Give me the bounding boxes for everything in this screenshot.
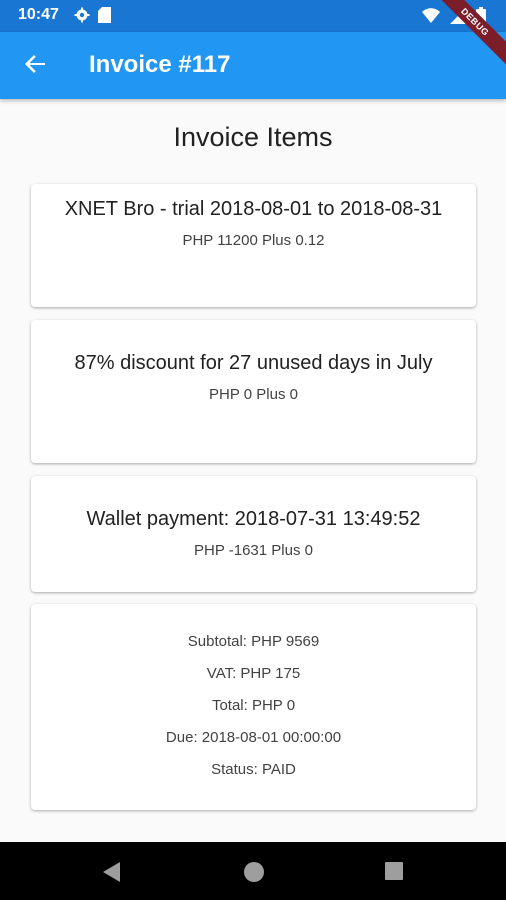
status-time: 10:47: [18, 6, 59, 23]
sd-card-icon: [98, 7, 111, 28]
back-triangle-icon[interactable]: [100, 860, 124, 884]
invoice-item-amount: PHP -1631 Plus 0: [194, 542, 313, 559]
home-circle-icon[interactable]: [242, 860, 266, 884]
app-bar: Invoice #117: [0, 32, 506, 99]
invoice-item-amount: PHP 11200 Plus 0.12: [182, 232, 325, 249]
invoice-item-amount: PHP 0 Plus 0: [209, 386, 298, 403]
back-button[interactable]: [20, 52, 50, 80]
gear-icon: [74, 7, 90, 28]
invoice-item-card: Wallet payment: 2018-07-31 13:49:52 PHP …: [31, 476, 476, 592]
arrow-back-icon: [24, 53, 46, 80]
section-heading: Invoice Items: [173, 122, 333, 152]
system-nav-bar: [0, 842, 506, 900]
invoice-item-title: Wallet payment: 2018-07-31 13:49:52: [86, 508, 421, 530]
invoice-item-title: XNET Bro - trial 2018-08-01 to 2018-08-3…: [64, 198, 443, 220]
status-bar: 10:47: [0, 0, 506, 32]
total-text: Total: PHP 0: [211, 697, 296, 714]
recents-square-icon[interactable]: [383, 860, 407, 884]
wifi-icon: [422, 7, 440, 29]
page-title: Invoice #117: [89, 51, 231, 78]
status-text: Status: PAID: [211, 761, 296, 778]
invoice-summary-card: Subtotal: PHP 9569 VAT: PHP 175 Total: P…: [31, 604, 476, 810]
due-date-text: Due: 2018-08-01 00:00:00: [165, 729, 342, 746]
invoice-item-title: 87% discount for 27 unused days in July: [74, 352, 433, 374]
invoice-item-card: 87% discount for 27 unused days in July …: [31, 320, 476, 463]
vat-text: VAT: PHP 175: [206, 665, 301, 682]
subtotal-text: Subtotal: PHP 9569: [187, 633, 320, 650]
invoice-item-card: XNET Bro - trial 2018-08-01 to 2018-08-3…: [31, 184, 476, 307]
